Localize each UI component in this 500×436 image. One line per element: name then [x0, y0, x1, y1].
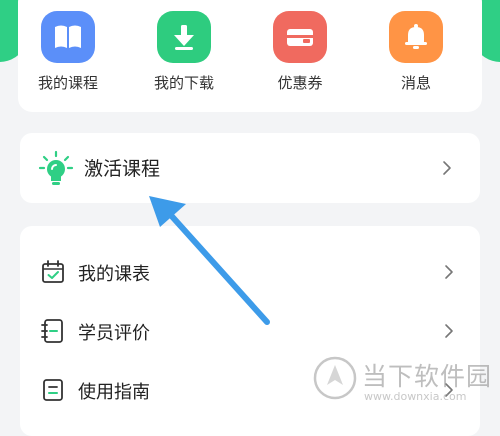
coupons-shortcut[interactable]: 优惠券 — [258, 11, 342, 93]
coupon-icon — [273, 11, 327, 63]
menu-item-label: 学员评价 — [78, 323, 150, 344]
chevron-right-icon — [445, 324, 453, 338]
book-icon — [41, 11, 95, 63]
guide-icon — [43, 379, 63, 401]
activate-course-label: 激活课程 — [84, 158, 161, 180]
lightbulb-icon — [38, 150, 74, 185]
menu-item-label: 使用指南 — [78, 382, 150, 403]
messages-label: 消息 — [400, 74, 431, 92]
watermark-logo-icon — [313, 356, 357, 400]
chevron-right-icon — [443, 161, 451, 175]
download-icon — [157, 11, 211, 63]
my-downloads-shortcut[interactable]: 我的下载 — [142, 11, 226, 93]
chevron-right-icon — [445, 265, 453, 279]
my-downloads-label: 我的下载 — [153, 74, 214, 92]
menu-item-label: 我的课表 — [78, 264, 150, 285]
notebook-icon — [41, 319, 63, 343]
calendar-check-icon — [42, 260, 64, 283]
bell-icon — [389, 11, 443, 63]
my-courses-shortcut[interactable]: 我的课程 — [26, 11, 110, 93]
my-courses-label: 我的课程 — [37, 74, 98, 92]
menu-item-my-schedule[interactable]: 我的课表 — [20, 243, 480, 301]
shortcuts-card: 我的课程 我的下载 优惠券 消息 — [18, 0, 482, 112]
messages-shortcut[interactable]: 消息 — [374, 11, 458, 93]
coupons-label: 优惠券 — [277, 74, 323, 92]
watermark-title: 当下软件园 — [362, 362, 493, 391]
watermark-url: www.downxia.com — [364, 390, 467, 403]
activate-course-item[interactable]: 激活课程 — [20, 133, 480, 203]
watermark: 当下软件园 www.downxia.com — [310, 350, 500, 425]
